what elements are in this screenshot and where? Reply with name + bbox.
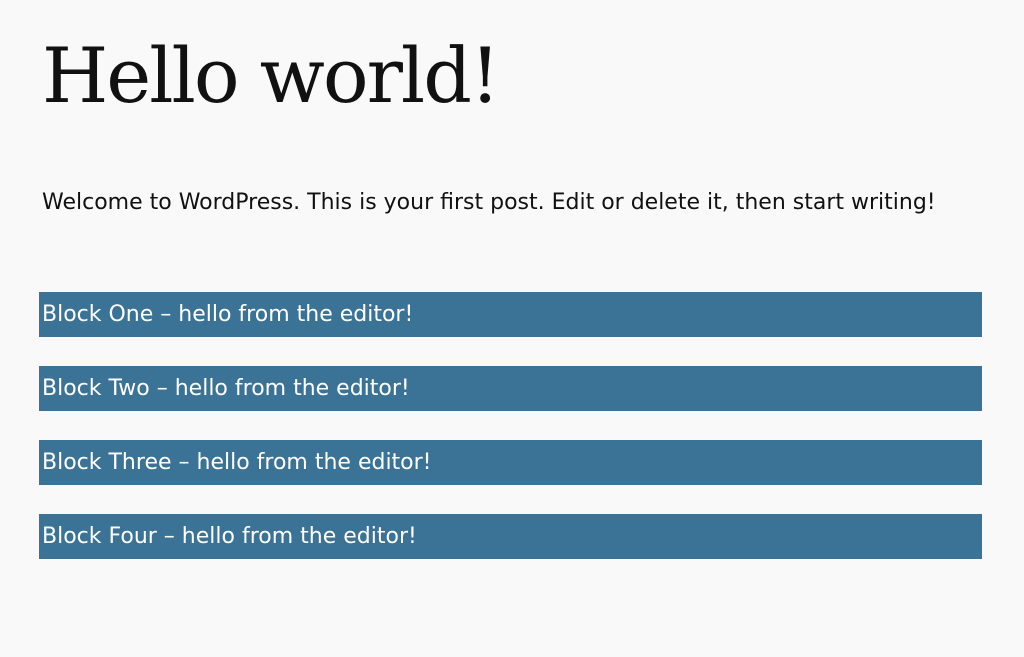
post-content: Hello world! Welcome to WordPress. This … [0,0,1024,657]
block-three: Block Three – hello from the editor! [39,440,982,485]
block-four: Block Four – hello from the editor! [39,514,982,559]
block-one: Block One – hello from the editor! [39,292,982,337]
post-title: Hello world! [42,31,500,120]
block-two: Block Two – hello from the editor! [39,366,982,411]
post-body-text: Welcome to WordPress. This is your first… [42,190,936,215]
